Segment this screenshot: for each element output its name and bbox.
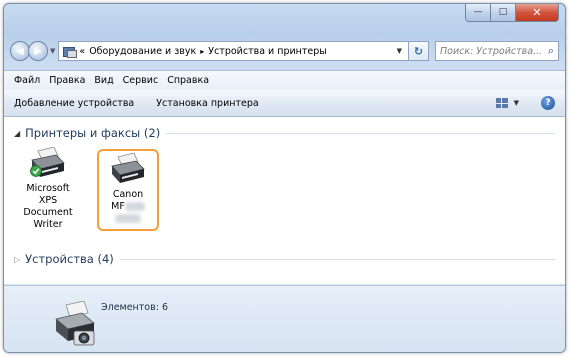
minimize-button[interactable]: —	[465, 4, 491, 22]
group-divider	[119, 258, 555, 260]
menu-file[interactable]: Файл	[14, 75, 40, 86]
search-icon[interactable]: ⌕	[544, 44, 558, 58]
printer-name-line3: Document	[23, 207, 73, 218]
details-pane: Элементов: 6	[4, 285, 565, 352]
menu-edit[interactable]: Правка	[49, 75, 85, 86]
menu-help[interactable]: Справка	[167, 75, 209, 86]
printer-name-line2: MF	[111, 201, 125, 212]
back-button[interactable]: ◀	[10, 41, 30, 61]
views-icon[interactable]	[495, 98, 508, 108]
items-count: Элементов: 6	[101, 302, 168, 313]
default-check-icon	[30, 165, 42, 177]
menu-tools[interactable]: Сервис	[123, 75, 159, 86]
maximize-button[interactable]: □	[491, 4, 516, 22]
explorer-window: — □ ✕ ◀ ▶ ▼ « Оборудование и звук ▸ Устр…	[3, 3, 566, 353]
address-bar[interactable]: « Оборудование и звук ▸ Устройства и при…	[58, 41, 409, 61]
help-icon[interactable]: ?	[541, 96, 555, 110]
group-devices-header[interactable]: ▷ Устройства (4)	[14, 252, 555, 266]
caption-buttons: — □ ✕	[465, 4, 559, 22]
group-printers-label: Принтеры и факсы (2)	[25, 126, 161, 140]
collapse-arrow-icon[interactable]: ◢	[14, 129, 20, 138]
address-dropdown[interactable]: ▼	[397, 47, 402, 55]
device-camera-printer-icon	[50, 300, 100, 352]
add-device-button[interactable]: Добавление устройства	[14, 98, 134, 109]
search-placeholder: Поиск: Устройства...	[440, 45, 543, 57]
control-panel-icon	[62, 46, 78, 58]
refresh-button[interactable]: ↻	[409, 41, 429, 61]
address-overflow[interactable]: «	[79, 46, 85, 57]
printer-name-line3-row	[99, 213, 157, 225]
search-input[interactable]: Поиск: Устройства... ⌕	[435, 41, 559, 61]
printer-name-line4: Writer	[33, 219, 63, 230]
close-button[interactable]: ✕	[516, 4, 559, 22]
redacted-model	[124, 202, 145, 211]
add-printer-button[interactable]: Установка принтера	[156, 98, 258, 109]
printer-name-line1: Microsoft	[26, 183, 70, 194]
group-divider	[166, 132, 555, 134]
printer-microsoft-xps[interactable]: Microsoft XPS Document Writer	[18, 146, 78, 231]
group-printers-header[interactable]: ◢ Принтеры и факсы (2)	[14, 126, 555, 140]
forward-button[interactable]: ▶	[28, 41, 48, 61]
printer-name-line2-row: MF	[99, 201, 157, 213]
group-devices-label: Устройства (4)	[25, 252, 114, 266]
printer-name-line2: XPS	[38, 195, 58, 206]
content-pane: ◢ Принтеры и факсы (2) Microsoft XPS Doc…	[4, 117, 565, 284]
printer-name-line1: Canon	[112, 189, 144, 200]
breadcrumb-devices-printers[interactable]: Устройства и принтеры	[208, 46, 327, 57]
expand-arrow-icon[interactable]: ▷	[14, 255, 20, 264]
breadcrumb-separator-icon[interactable]: ▸	[200, 47, 204, 56]
command-bar: Добавление устройства Установка принтера…	[4, 90, 565, 117]
menu-bar: Файл Правка Вид Сервис Справка	[4, 70, 565, 91]
views-dropdown[interactable]: ▼	[514, 99, 519, 107]
redacted-series	[115, 214, 141, 223]
recent-pages-dropdown[interactable]: ▼	[50, 47, 55, 55]
printer-icon	[28, 146, 68, 181]
breadcrumb-hardware-sound[interactable]: Оборудование и звук	[89, 46, 196, 57]
printer-canon[interactable]: Canon MF	[97, 149, 159, 231]
address-row: ◀ ▶ ▼ « Оборудование и звук ▸ Устройства…	[10, 40, 559, 62]
menu-view[interactable]: Вид	[94, 75, 113, 86]
printer-icon	[108, 152, 148, 187]
